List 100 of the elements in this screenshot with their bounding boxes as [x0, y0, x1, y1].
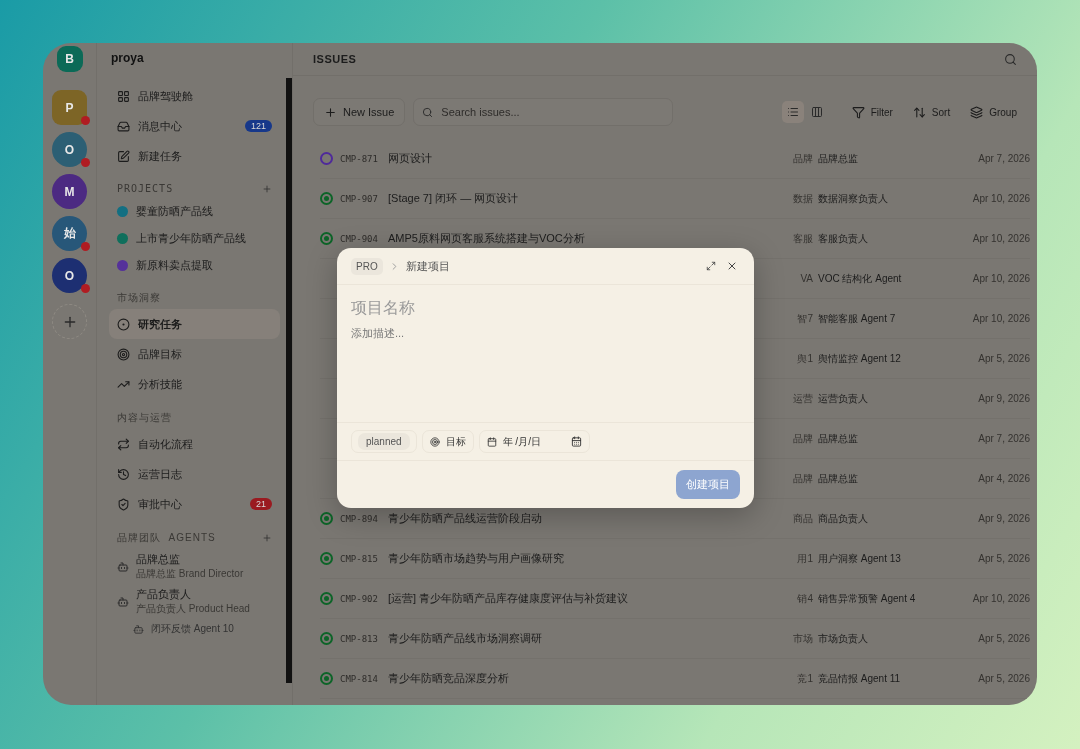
agent-name: 品牌总监 — [136, 552, 181, 567]
sort-icon — [912, 105, 926, 119]
assignee-name: 运营负责人 — [818, 391, 869, 406]
assignee-name: 品牌总监 — [818, 151, 859, 166]
issue-id: CMP-814 — [340, 673, 379, 684]
assignee-name: 销售异常预警 Agent 4 — [818, 591, 917, 606]
description-input[interactable]: 添加描述... — [351, 327, 740, 339]
issue-title: [Stage 7] 闭环 — 网页设计 — [388, 191, 520, 206]
filter-icon — [851, 105, 865, 119]
group-button[interactable]: Group — [964, 105, 1023, 119]
issue-title: 青少年防晒产品线市场洞察调研 — [388, 631, 543, 646]
issue-date: Apr 5, 2026 — [977, 633, 1030, 644]
issue-id: CMP-813 — [340, 633, 379, 644]
issue-date: Apr 5, 2026 — [977, 673, 1030, 684]
assignee-tag: 客服 — [793, 231, 818, 246]
status-chip[interactable]: planned — [358, 433, 410, 450]
history-icon — [117, 467, 130, 481]
assignee-name: 客服负责人 — [818, 231, 869, 246]
calendar-icon — [486, 436, 497, 447]
issue-title: AMP5原料网页客服系统搭建与VOC分析 — [388, 231, 586, 246]
assignee-name: 智能客服 Agent 7 — [818, 311, 897, 326]
issue-date: Apr 10, 2026 — [971, 313, 1030, 324]
issue-id: CMP-904 — [340, 233, 379, 244]
search-field[interactable]: Search issues... — [413, 98, 674, 126]
issue-date: Apr 10, 2026 — [971, 593, 1030, 604]
nav-item[interactable]: 运营日志 — [109, 459, 280, 489]
target-icon — [117, 347, 130, 361]
assignee-tag: 市场 — [793, 631, 818, 646]
issue-id: CMP-907 — [340, 193, 379, 204]
issue-date: Apr 9, 2026 — [977, 393, 1030, 404]
add-icon[interactable] — [262, 183, 272, 194]
issue-row[interactable]: CMP-814 青少年防晒竞品深度分析 竞1 竞品情报 Agent 11 Apr 5, 2026 — [320, 659, 1030, 699]
issue-date: Apr 5, 2026 — [977, 553, 1030, 564]
goal-button[interactable]: 目标 — [421, 430, 474, 453]
sort-button[interactable]: Sort — [906, 105, 957, 119]
nav-item[interactable]: 消息中心 121 — [109, 111, 280, 141]
grid-icon — [117, 89, 130, 103]
filter-button[interactable]: Filter — [845, 105, 899, 119]
assignee-tag: VA — [800, 273, 818, 284]
nav-item[interactable]: 审批中心 21 — [109, 489, 280, 519]
issue-row[interactable]: CMP-902 [运营] 青少年防晒产品库存健康度评估与补货建议 销4 销售异常预警 Agent 4 Apr 10, 2026 — [320, 579, 1030, 619]
project-item[interactable]: 上市青少年防晒产品线 — [109, 225, 280, 252]
robot-icon — [117, 595, 129, 608]
search-icon[interactable] — [1004, 52, 1017, 66]
issue-title: 青少年防晒竞品深度分析 — [388, 671, 510, 686]
title-input[interactable]: 项目名称 — [351, 299, 740, 317]
issue-row[interactable]: CMP-907 [Stage 7] 闭环 — 网页设计 数据 数据洞察负责人 Apr 10, 2026 — [320, 179, 1030, 219]
issue-row[interactable]: CMP-815 青少年防晒市场趋势与用户画像研究 用1 用户洞察 Agent 13 Apr 5, 2026 — [320, 539, 1030, 579]
workspace-avatar[interactable]: 始 — [52, 216, 87, 251]
add-icon[interactable] — [262, 533, 272, 543]
page-title: ISSUES — [313, 53, 357, 65]
robot-icon — [133, 623, 144, 635]
workspace-title: proya — [110, 51, 145, 65]
nav-item[interactable]: 研究任务 — [109, 309, 280, 339]
list-view-button[interactable] — [781, 101, 804, 123]
assignee-name: 市场负责人 — [818, 631, 869, 646]
assignee-tag: 舆1 — [797, 351, 818, 366]
issue-id: CMP-902 — [340, 593, 379, 604]
nav-item[interactable]: 品牌目标 — [109, 339, 280, 369]
workspace-avatar[interactable]: B — [56, 46, 83, 72]
project-item[interactable]: 新原料卖点提取 — [109, 252, 280, 279]
expand-button[interactable] — [704, 259, 718, 273]
nav-item[interactable]: 分析技能 — [109, 369, 280, 399]
workspace-avatar[interactable]: O — [52, 132, 87, 167]
issue-title: 青少年防晒产品线运营阶段启动 — [388, 511, 543, 526]
agent-name: 产品负责人 — [136, 587, 192, 602]
assignee-tag: 数据 — [793, 191, 818, 206]
date-field[interactable]: 年 /月/日 — [478, 430, 590, 453]
robot-icon — [117, 560, 129, 573]
nav-item[interactable]: 新建任务 — [109, 141, 280, 171]
workspace-avatar[interactable]: M — [52, 174, 87, 209]
assignee-name: 数据洞察负责人 — [818, 191, 889, 206]
issue-id: CMP-871 — [340, 153, 379, 164]
workspace-avatar[interactable]: P — [52, 90, 87, 125]
issue-title: 青少年防晒市场趋势与用户画像研究 — [388, 551, 565, 566]
scrollbar[interactable] — [286, 78, 292, 683]
new-issue-button[interactable]: New Issue — [313, 98, 406, 126]
target-circle-icon — [117, 317, 130, 331]
calendar-icon — [570, 436, 582, 447]
assignee-name: 舆情监控 Agent 12 — [818, 351, 902, 366]
project-chip[interactable]: PRO — [351, 257, 383, 275]
assignee-name: 商品负责人 — [818, 511, 869, 526]
issue-title: 网页设计 — [388, 151, 433, 166]
breadcrumb-page: 新建项目 — [405, 258, 451, 274]
issue-title: [运营] 青少年防晒产品库存健康度评估与补货建议 — [388, 591, 630, 606]
assignee-name: 品牌总监 — [818, 431, 859, 446]
nav-item[interactable]: 自动化流程 — [109, 429, 280, 459]
assignee-tag: 智7 — [797, 311, 818, 326]
plus-icon — [324, 105, 337, 119]
assignee-tag: 竞1 — [797, 671, 818, 686]
nav-item[interactable]: 品牌驾驶舱 — [109, 81, 280, 111]
expand-icon — [706, 261, 716, 271]
target-icon — [429, 436, 440, 447]
inbox-icon — [117, 119, 130, 133]
search-input[interactable]: Search issues... — [439, 105, 660, 119]
close-icon — [726, 260, 738, 272]
issue-row[interactable]: CMP-813 青少年防晒产品线市场洞察调研 市场 市场负责人 Apr 5, 2026 — [320, 619, 1030, 659]
project-item[interactable]: 婴童防晒产品线 — [109, 198, 280, 225]
workspace-avatar[interactable]: O — [52, 258, 87, 293]
columns-icon — [810, 106, 823, 118]
